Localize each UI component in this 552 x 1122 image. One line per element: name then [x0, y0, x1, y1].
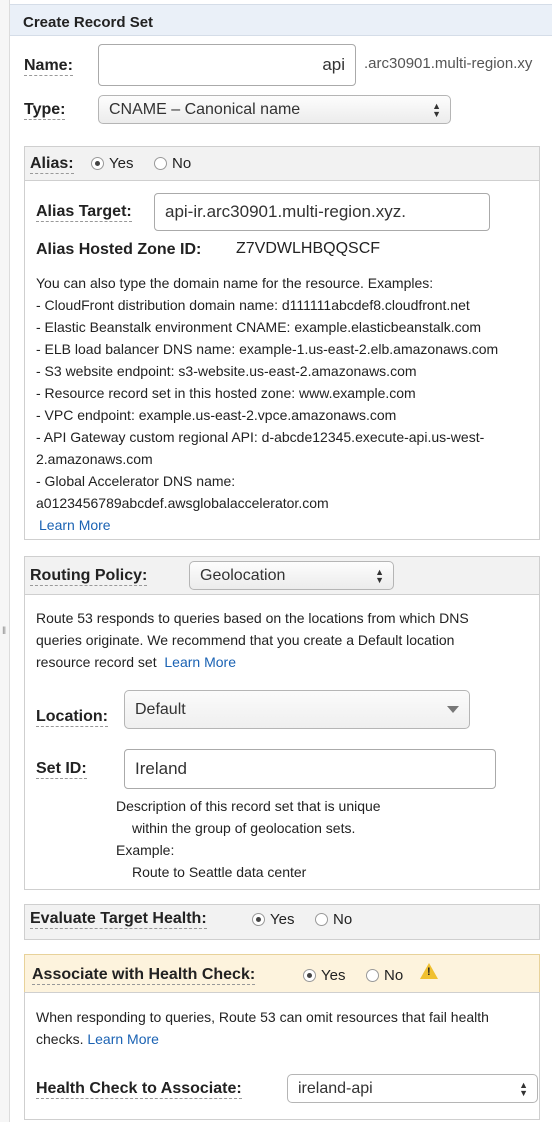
set-id-help-line: Description of this record set that is u…	[116, 798, 381, 814]
evaluate-health-yes-label: Yes	[270, 911, 295, 928]
type-select-value: CNAME – Canonical name	[109, 100, 301, 118]
health-check-yes-label: Yes	[321, 967, 346, 984]
alias-section: Alias Target: api-ir.arc30901.multi-regi…	[24, 180, 540, 540]
health-check-associate-select[interactable]: ireland-api ▲ ▼	[287, 1074, 538, 1103]
alias-no-radio[interactable]: No	[154, 155, 191, 172]
set-id-input[interactable]: Ireland	[124, 749, 496, 789]
alias-hosted-zone-value: Z7VDWLHBQQSCF	[236, 240, 381, 257]
set-id-help-line: within the group of geolocation sets.	[132, 820, 356, 836]
health-check-no-radio[interactable]: No	[366, 967, 403, 984]
radio-selected-icon	[252, 913, 265, 926]
name-label: Name:	[24, 57, 73, 76]
routing-policy-select[interactable]: Geolocation ▲ ▼	[189, 561, 394, 590]
location-select-value: Default	[135, 700, 186, 718]
create-record-set-panel: Create Record Set Name: api .arc30901.mu…	[10, 4, 552, 1122]
routing-policy-value: Geolocation	[200, 566, 286, 584]
alias-example: - API Gateway custom regional API: d-abc…	[36, 429, 485, 445]
name-input[interactable]: api	[98, 44, 356, 86]
alias-example: - CloudFront distribution domain name: d…	[36, 297, 470, 313]
radio-unselected-icon	[315, 913, 328, 926]
panel-header: Create Record Set	[10, 4, 552, 36]
routing-help-text: Route 53 responds to queries based on th…	[36, 607, 536, 673]
routing-learn-more-link[interactable]: Learn More	[164, 654, 236, 670]
alias-yes-radio[interactable]: Yes	[91, 155, 133, 172]
health-check-associate-label: Health Check to Associate:	[36, 1080, 242, 1099]
health-check-no-label: No	[384, 967, 404, 984]
routing-help-line: queries originate. We recommend that you…	[36, 632, 455, 648]
dropdown-caret-icon	[447, 706, 459, 713]
domain-suffix: .arc30901.multi-region.xy	[364, 55, 533, 72]
select-arrows-icon: ▲ ▼	[432, 100, 441, 119]
health-check-section: When responding to queries, Route 53 can…	[24, 992, 540, 1120]
routing-help-line: resource record set	[36, 654, 157, 670]
location-select[interactable]: Default	[124, 690, 470, 729]
alias-example: 2.amazonaws.com	[36, 451, 153, 467]
routing-policy-label: Routing Policy:	[30, 567, 148, 586]
alias-hosted-zone-label: Alias Hosted Zone ID:	[36, 241, 202, 258]
alias-help-text: You can also type the domain name for th…	[36, 272, 536, 536]
alias-example: - Global Accelerator DNS name:	[36, 473, 236, 489]
set-id-help-line: Example:	[116, 842, 175, 858]
alias-learn-more-link[interactable]: Learn More	[39, 517, 111, 533]
alias-label: Alias:	[30, 155, 74, 174]
set-id-label: Set ID:	[36, 760, 87, 779]
radio-unselected-icon	[366, 969, 379, 982]
alias-example: - VPC endpoint: example.us-east-2.vpce.a…	[36, 407, 397, 423]
alias-example: a0123456789abcdef.awsglobalaccelerator.c…	[36, 495, 329, 511]
routing-section: Route 53 responds to queries based on th…	[24, 594, 540, 890]
type-label: Type:	[24, 101, 66, 120]
evaluate-health-no-radio[interactable]: No	[315, 911, 352, 928]
health-check-associate-value: ireland-api	[298, 1079, 373, 1097]
radio-unselected-icon	[154, 157, 167, 170]
radio-selected-icon	[303, 969, 316, 982]
set-id-help-line: Route to Seattle data center	[132, 864, 307, 880]
select-arrows-icon: ▲ ▼	[375, 566, 384, 585]
alias-target-input[interactable]: api-ir.arc30901.multi-region.xyz.	[154, 193, 490, 231]
health-check-help-line: checks.	[36, 1031, 84, 1047]
alias-target-value: api-ir.arc30901.multi-region.xyz.	[165, 202, 406, 221]
health-check-learn-more-link[interactable]: Learn More	[87, 1031, 159, 1047]
alias-example: - Resource record set in this hosted zon…	[36, 385, 416, 401]
alias-target-label: Alias Target:	[36, 203, 132, 222]
radio-selected-icon	[91, 157, 104, 170]
alias-no-label: No	[172, 155, 192, 172]
alias-example: - S3 website endpoint: s3-website.us-eas…	[36, 363, 417, 379]
evaluate-health-label: Evaluate Target Health:	[30, 910, 207, 929]
alias-example: - Elastic Beanstalk environment CNAME: e…	[36, 319, 482, 335]
name-input-value: api	[322, 55, 345, 74]
evaluate-health-yes-radio[interactable]: Yes	[252, 911, 294, 928]
set-id-help: Description of this record set that is u…	[116, 795, 516, 883]
left-resize-rail[interactable]: ‖	[0, 0, 10, 1122]
health-check-help: When responding to queries, Route 53 can…	[36, 1006, 536, 1050]
resize-grip-icon[interactable]: ‖	[2, 626, 6, 637]
health-check-yes-radio[interactable]: Yes	[303, 967, 345, 984]
health-check-help-line: When responding to queries, Route 53 can…	[36, 1009, 489, 1025]
warning-icon: !	[420, 963, 438, 979]
set-id-value: Ireland	[135, 759, 187, 778]
evaluate-health-no-label: No	[333, 911, 353, 928]
select-arrows-icon: ▲ ▼	[519, 1079, 528, 1098]
panel-title: Create Record Set	[23, 14, 154, 31]
alias-yes-label: Yes	[109, 155, 134, 172]
health-check-label: Associate with Health Check:	[32, 966, 256, 985]
location-label: Location:	[36, 708, 108, 727]
alias-help-intro: You can also type the domain name for th…	[36, 275, 434, 291]
routing-help-line: Route 53 responds to queries based on th…	[36, 610, 469, 626]
type-select[interactable]: CNAME – Canonical name ▲ ▼	[98, 95, 451, 124]
alias-example: - ELB load balancer DNS name: example-1.…	[36, 341, 499, 357]
